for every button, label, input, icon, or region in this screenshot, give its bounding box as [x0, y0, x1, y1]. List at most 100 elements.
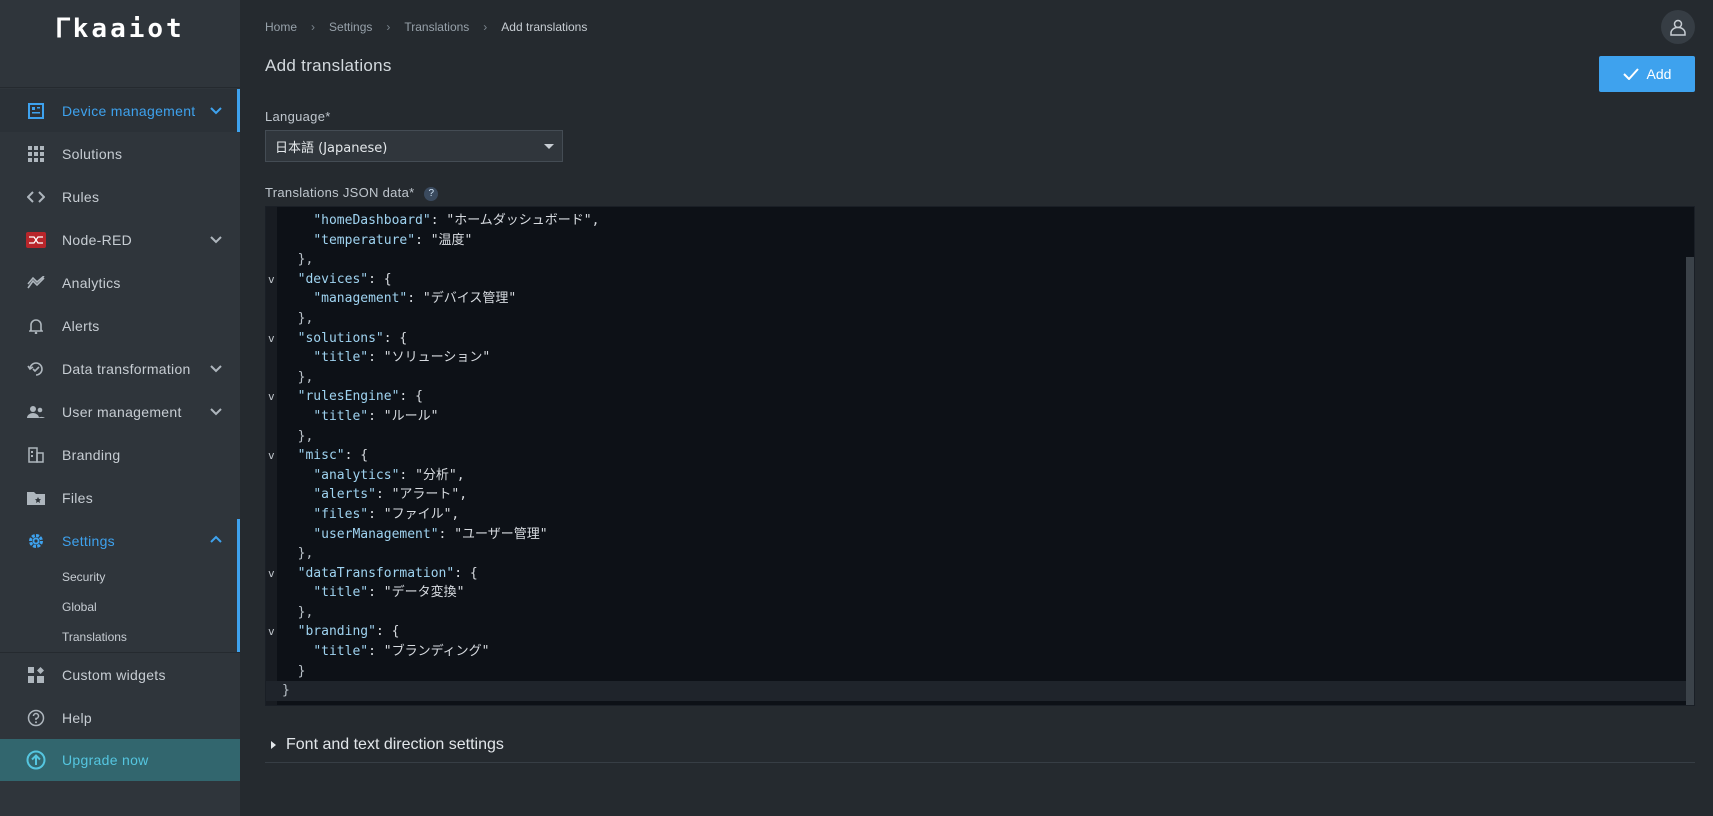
code-line: "title": "ルール" [313, 408, 439, 424]
code-bracket: }, [297, 310, 314, 326]
language-select-value: 日本語 (Japanese) [275, 140, 388, 156]
sidebar-item-user-management[interactable]: User management [0, 390, 240, 433]
user-avatar[interactable] [1661, 10, 1695, 44]
sidebar-item-solutions[interactable]: Solutions [0, 132, 240, 175]
code-value: "ブランディング" [383, 644, 490, 660]
code-line: }, [266, 309, 1686, 329]
breadcrumb-settings[interactable]: Settings [329, 20, 372, 34]
code-line: "files": "ファイル", [313, 506, 460, 522]
code-key: "temperature" [313, 232, 416, 248]
code-key: "devices" [297, 271, 369, 287]
code-line: "temperature": "温度" [313, 232, 473, 248]
chevron-right-icon: › [311, 20, 316, 34]
code-key: "homeDashboard" [313, 213, 431, 228]
editor-code-lines: "homeDashboard": "ホームダッシュボード", "temperat… [266, 211, 1686, 701]
check-icon [1622, 68, 1639, 80]
sidebar-item-files[interactable]: Files [0, 476, 240, 519]
language-select[interactable]: 日本語 (Japanese) [265, 130, 563, 162]
sidebar-item-alerts[interactable]: Alerts [0, 304, 240, 347]
kaaiot-logo[interactable]: ᒥkaaiot [0, 0, 240, 88]
sidebar-item-help[interactable]: Help [0, 696, 240, 739]
language-label: Language* [265, 109, 331, 124]
folder-icon [26, 488, 46, 508]
sidebar-item-custom-widgets[interactable]: Custom widgets [0, 653, 240, 696]
sidebar-item-label: Branding [62, 446, 121, 463]
chevron-down-icon [210, 408, 222, 416]
code-key: "dataTransformation" [297, 565, 455, 581]
user-icon [1670, 19, 1686, 36]
code-bracket: }, [297, 428, 314, 444]
sidebar-item-node-red[interactable]: Node-RED [0, 218, 240, 261]
code-value: "温度" [430, 232, 473, 248]
device-management-icon [26, 101, 46, 121]
sidebar-item-device-management[interactable]: Device management [0, 89, 240, 132]
sidebar-subitem-global[interactable]: Global [0, 592, 240, 622]
sidebar-item-rules[interactable]: Rules [0, 175, 240, 218]
code-line: "homeDashboard": "ホームダッシュボード", [313, 213, 600, 228]
add-button[interactable]: Add [1599, 56, 1695, 92]
sidebar-item-label: Settings [62, 532, 115, 549]
chevron-right-icon: › [386, 20, 391, 34]
caret-right-icon [271, 741, 276, 749]
code-line: "userManagement": "ユーザー管理" [313, 526, 548, 542]
code-value: { [391, 624, 400, 640]
sidebar-item-label: Solutions [62, 145, 123, 162]
bell-icon [26, 316, 46, 336]
code-line: "title": "ソリューション" [313, 350, 491, 366]
code-line: v "rulesEngine": { [266, 387, 1686, 407]
code-bracket: }, [297, 252, 314, 268]
code-value: "デバイス管理" [422, 291, 517, 307]
code-bracket: }, [297, 546, 314, 562]
sidebar-item-analytics[interactable]: Analytics [0, 261, 240, 304]
code-value: "データ変換" [383, 585, 465, 601]
fold-toggle-icon[interactable]: v [268, 446, 275, 466]
breadcrumb-current: Add translations [501, 20, 588, 34]
code-line: } [266, 681, 1686, 701]
sidebar-item-data-transformation[interactable]: Data transformation [0, 347, 240, 390]
sidebar-subitem-translations[interactable]: Translations [0, 622, 240, 652]
code-key: "files" [313, 506, 369, 522]
node-red-icon [26, 230, 46, 250]
sidebar-item-label: Analytics [62, 274, 121, 291]
code-value: { [383, 271, 392, 287]
editor-scrollbar[interactable] [1686, 257, 1694, 705]
chevron-up-icon [210, 535, 222, 543]
json-code-editor[interactable]: "homeDashboard": "ホームダッシュボード", "temperat… [265, 206, 1695, 706]
fold-toggle-icon[interactable]: v [268, 387, 275, 407]
users-icon [26, 402, 46, 422]
code-line: }, [266, 427, 1686, 447]
sidebar-item-label: Files [62, 489, 94, 506]
json-data-label-row: Translations JSON data* ? [265, 185, 439, 201]
code-value: { [469, 565, 478, 581]
sidebar: ᒥkaaiot Device management Solutions Rule… [0, 0, 240, 816]
upgrade-now-button[interactable]: Upgrade now [0, 739, 240, 781]
code-key: "analytics" [313, 467, 400, 483]
code-bracket: }, [297, 604, 314, 620]
sidebar-item-settings[interactable]: Settings [0, 519, 240, 562]
help-tooltip-icon[interactable]: ? [424, 186, 439, 201]
code-line: }, [266, 544, 1686, 564]
code-key: "branding" [297, 624, 376, 640]
font-settings-label: Font and text direction settings [286, 736, 504, 753]
fold-toggle-icon[interactable]: v [268, 622, 275, 642]
sidebar-subitem-security[interactable]: Security [0, 562, 240, 592]
sidebar-item-label: Data transformation [62, 360, 191, 377]
analytics-icon [26, 273, 46, 293]
font-settings-expander[interactable]: Font and text direction settings [265, 728, 1695, 763]
chevron-right-icon: › [483, 20, 488, 34]
code-line: v "solutions": { [266, 329, 1686, 349]
breadcrumb-home[interactable]: Home [265, 20, 297, 34]
chevron-down-icon [210, 365, 222, 373]
sidebar-item-label: Node-RED [62, 231, 133, 248]
code-line: "alerts": "アラート", [313, 487, 468, 503]
fold-toggle-icon[interactable]: v [268, 270, 275, 290]
logo-text: ᒥkaaiot [55, 14, 185, 44]
code-key: "management" [313, 291, 408, 307]
fold-toggle-icon[interactable]: v [268, 564, 275, 584]
sidebar-item-label: User management [62, 403, 182, 420]
sidebar-item-branding[interactable]: Branding [0, 433, 240, 476]
breadcrumb-translations[interactable]: Translations [404, 20, 469, 34]
fold-toggle-icon[interactable]: v [268, 329, 275, 349]
code-value: { [360, 448, 369, 464]
code-value: "ユーザー管理" [454, 526, 548, 542]
